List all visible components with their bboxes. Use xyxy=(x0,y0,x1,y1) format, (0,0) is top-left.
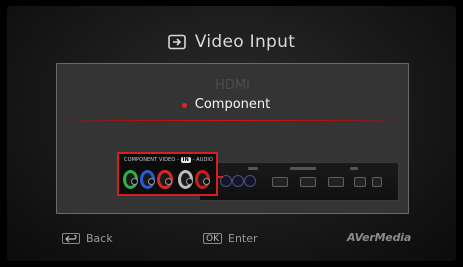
input-selection-panel: HDMI Component COMPONENT VIDEO - IN - AU… xyxy=(56,63,409,214)
enter-label: Enter xyxy=(228,232,258,245)
caption-suffix: - AUDIO xyxy=(192,157,214,163)
device-rear-panel xyxy=(199,162,399,201)
rca-jack xyxy=(232,175,244,187)
jack-y-green-icon xyxy=(123,169,139,189)
jack-pb-blue-icon xyxy=(140,169,156,189)
back-label: Back xyxy=(86,232,113,245)
hdmi-port xyxy=(328,177,344,187)
hdmi-port xyxy=(300,177,316,187)
caption-prefix: COMPONENT VIDEO - xyxy=(124,157,179,163)
lan-port xyxy=(354,177,366,187)
rca-jack xyxy=(244,175,256,187)
enter-hint[interactable]: OK Enter xyxy=(203,231,258,246)
back-hint[interactable]: Back xyxy=(62,231,113,246)
port-label xyxy=(350,167,358,170)
page-title: Video Input xyxy=(0,31,463,53)
port-label xyxy=(248,167,258,170)
component-ports-zoom: COMPONENT VIDEO - IN - AUDIO xyxy=(117,152,218,196)
jack-audio-right-icon xyxy=(194,169,211,189)
jack-pr-red-icon xyxy=(157,169,173,189)
hdmi-port xyxy=(272,177,288,187)
ok-key-icon: OK xyxy=(203,233,222,244)
back-arrow-icon xyxy=(62,233,80,244)
caption-tag: IN xyxy=(180,157,191,163)
brand-logo: AVerMedia xyxy=(347,231,412,244)
input-options-list: HDMI Component xyxy=(57,77,408,114)
port-label xyxy=(290,167,316,170)
input-source-icon xyxy=(168,34,186,50)
option-hdmi[interactable]: HDMI xyxy=(215,77,250,95)
page-title-text: Video Input xyxy=(194,32,296,52)
option-component[interactable]: Component xyxy=(181,96,270,114)
component-jacks xyxy=(123,168,212,190)
ports-caption: COMPONENT VIDEO - IN - AUDIO xyxy=(124,157,213,163)
jack-audio-left-icon xyxy=(177,169,193,189)
selection-highlight-line xyxy=(58,120,407,121)
usb-port xyxy=(372,177,382,187)
